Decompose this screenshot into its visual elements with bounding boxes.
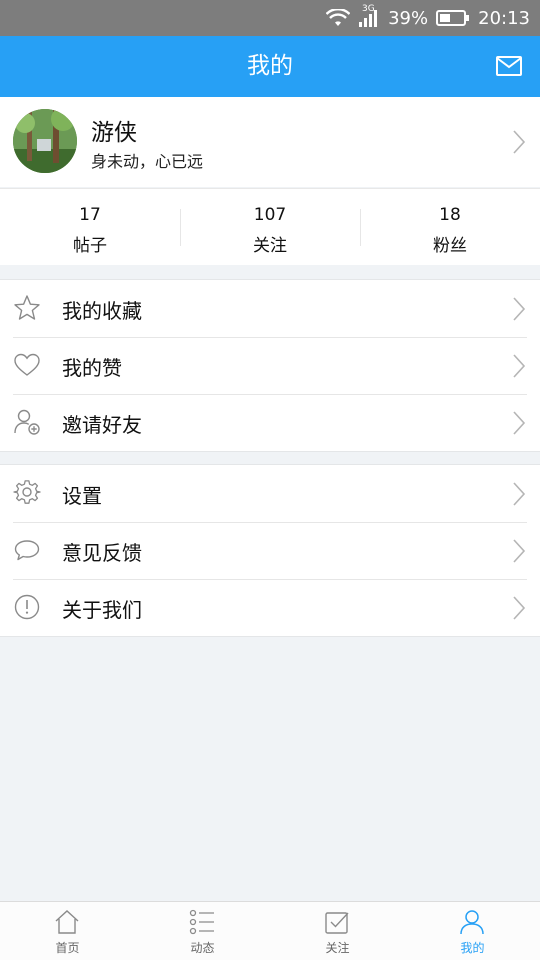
menu-group-app: 设置 意见反馈 关于我们 — [0, 464, 540, 637]
stat-label: 关注 — [253, 236, 287, 256]
app-header: 我的 — [0, 36, 540, 97]
username: 游侠 — [91, 120, 137, 146]
gear-icon — [13, 479, 41, 507]
chevron-right-icon — [512, 129, 526, 155]
list-icon — [189, 909, 215, 935]
tab-label: 首页 — [55, 941, 80, 955]
wifi-icon — [326, 9, 351, 27]
star-icon — [13, 294, 41, 322]
stat-posts[interactable]: 17 帖子 — [0, 189, 180, 266]
tab-label: 我的 — [460, 941, 485, 955]
tab-following[interactable]: 关注 — [270, 902, 405, 960]
chat-bubble-icon — [13, 536, 41, 564]
user-bio: 身未动，心已远 — [91, 152, 204, 171]
menu-item-likes[interactable]: 我的赞 — [0, 337, 540, 394]
tab-feed[interactable]: 动态 — [135, 902, 270, 960]
menu-item-feedback[interactable]: 意见反馈 — [0, 522, 540, 579]
menu-item-settings[interactable]: 设置 — [0, 465, 540, 522]
heart-icon — [13, 351, 41, 379]
status-bar: 3G 39% 20:13 — [0, 0, 540, 36]
clock: 20:13 — [478, 7, 530, 29]
tab-label: 关注 — [325, 941, 350, 955]
avatar — [13, 109, 77, 173]
menu-item-label: 意见反馈 — [62, 541, 142, 565]
stats-bar: 17 帖子 107 关注 18 粉丝 — [0, 188, 540, 265]
bottom-nav: 首页 动态 关注 我的 — [0, 901, 540, 960]
add-user-icon — [13, 408, 41, 436]
mail-icon[interactable] — [496, 56, 522, 76]
stat-label: 帖子 — [73, 236, 107, 256]
stat-label: 粉丝 — [433, 236, 467, 256]
stat-value: 18 — [439, 205, 461, 225]
menu-item-invite[interactable]: 邀请好友 — [0, 394, 540, 451]
home-icon — [54, 909, 80, 935]
chevron-right-icon — [512, 410, 526, 436]
signal-icon — [358, 8, 380, 28]
tab-me[interactable]: 我的 — [405, 902, 540, 960]
chevron-right-icon — [512, 296, 526, 322]
info-icon — [13, 593, 41, 621]
tab-label: 动态 — [190, 941, 215, 955]
menu-item-label: 设置 — [62, 484, 102, 508]
menu-item-label: 关于我们 — [62, 598, 142, 622]
battery-icon — [436, 9, 470, 27]
chevron-right-icon — [512, 353, 526, 379]
menu-item-label: 我的收藏 — [62, 299, 142, 323]
stat-value: 107 — [253, 205, 287, 225]
stat-value: 17 — [79, 205, 101, 225]
profile-card[interactable]: 游侠 身未动，心已远 — [0, 97, 540, 187]
page-title: 我的 — [247, 53, 293, 79]
menu-item-label: 我的赞 — [62, 356, 122, 380]
battery-percent: 39% — [388, 7, 429, 29]
tab-home[interactable]: 首页 — [0, 902, 135, 960]
stat-followers[interactable]: 18 粉丝 — [360, 189, 540, 266]
stat-following[interactable]: 107 关注 — [180, 189, 360, 266]
menu-item-label: 邀请好友 — [62, 413, 142, 437]
person-icon — [459, 909, 485, 935]
menu-item-favorites[interactable]: 我的收藏 — [0, 280, 540, 337]
menu-group-personal: 我的收藏 我的赞 邀请好友 — [0, 279, 540, 452]
chevron-right-icon — [512, 595, 526, 621]
chevron-right-icon — [512, 481, 526, 507]
chevron-right-icon — [512, 538, 526, 564]
checkbox-icon — [324, 909, 350, 935]
menu-item-about[interactable]: 关于我们 — [0, 579, 540, 636]
